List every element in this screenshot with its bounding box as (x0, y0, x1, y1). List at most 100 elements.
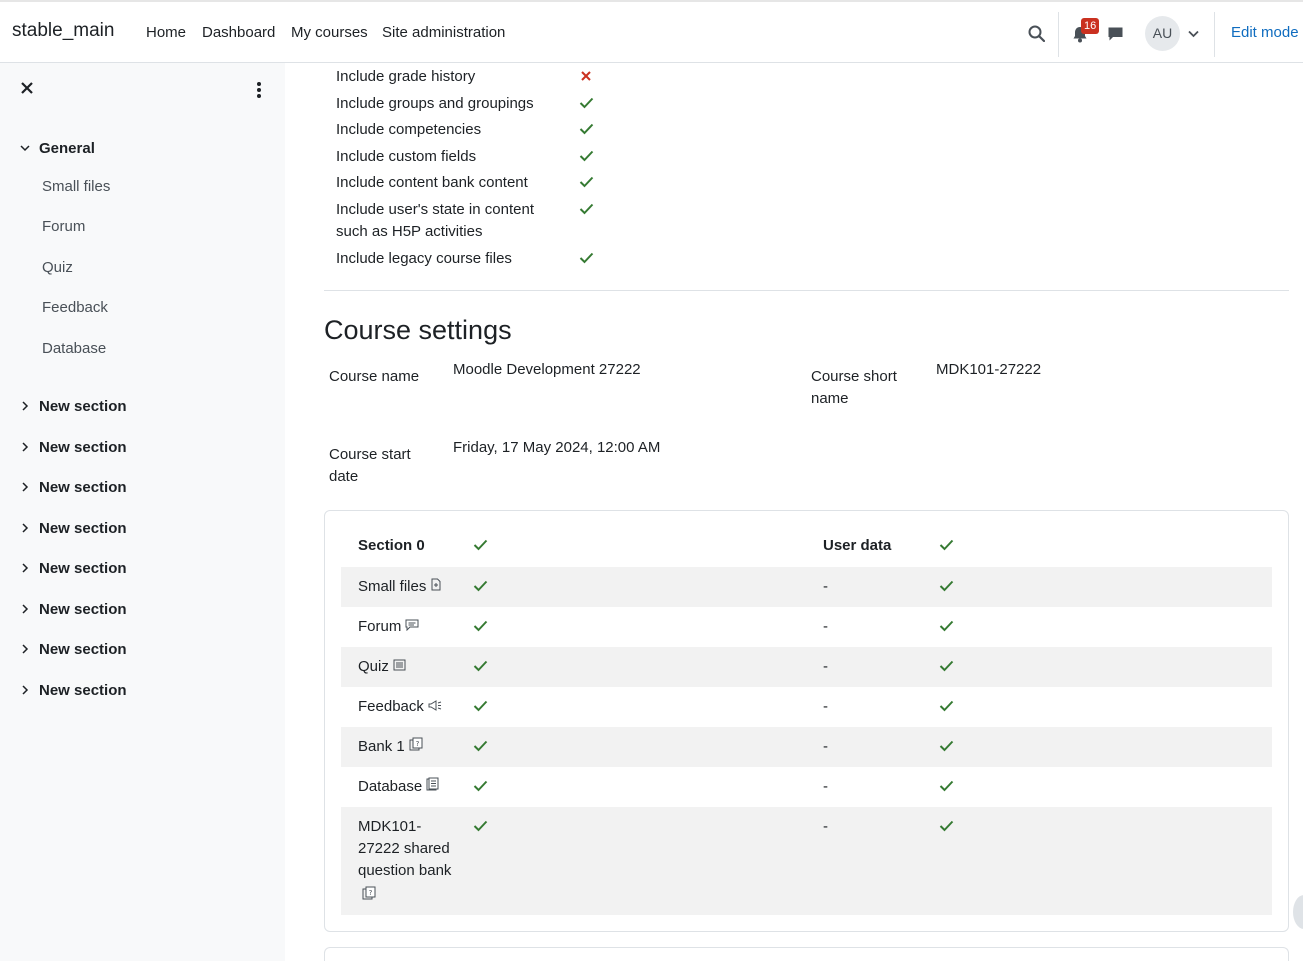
check-icon (939, 819, 955, 835)
activity-label: Forum (358, 618, 402, 635)
activity-name: Feedback (358, 696, 442, 718)
drawer-item-database[interactable]: Database (42, 340, 106, 362)
user-avatar[interactable]: AU (1145, 16, 1180, 51)
database-icon (426, 776, 439, 798)
nav-site-administration[interactable]: Site administration (382, 24, 505, 41)
check-icon (473, 538, 489, 554)
drawer-item-small-files[interactable]: Small files (42, 178, 110, 200)
activity-label: MDK101-27222 shared question bank (358, 818, 452, 879)
drawer-section-new-section[interactable]: New section (19, 557, 127, 579)
activity-label: Database (358, 778, 423, 795)
check-icon (473, 619, 489, 635)
user-data-value: - (823, 658, 828, 675)
activity-name: Database (358, 776, 439, 798)
drawer-section-label: New section (39, 640, 127, 658)
check-icon (939, 538, 955, 554)
drawer-section-new-section[interactable]: New section (19, 476, 127, 498)
table-row: Bank 1? - (341, 727, 1272, 767)
svg-text:?: ? (415, 740, 419, 748)
user-data-header: User data (823, 537, 892, 554)
chevron-right-icon (22, 442, 29, 452)
drawer-item-feedback[interactable]: Feedback (42, 299, 108, 321)
nav-my-courses[interactable]: My courses (291, 24, 368, 41)
activity-name: Small files (358, 576, 442, 598)
drawer-item-quiz[interactable]: Quiz (42, 259, 73, 281)
table-row: Feedback - (341, 687, 1272, 727)
nav-home[interactable]: Home (146, 24, 186, 41)
drawer-section-general[interactable]: General (19, 137, 95, 159)
course-settings-heading: Course settings (324, 315, 512, 345)
notification-count-badge: 16 (1081, 18, 1100, 34)
check-icon (473, 779, 489, 795)
drawer-section-label: New section (39, 478, 127, 496)
activity-name: Forum (358, 616, 419, 638)
file-icon (430, 576, 442, 598)
table-row: Forum - (341, 607, 1272, 647)
next-section-card (324, 947, 1289, 961)
chevron-right-icon (22, 604, 29, 614)
drawer-section-new-section[interactable]: New section (19, 436, 127, 458)
chevron-right-icon (22, 401, 29, 411)
option-label: Include custom fields (336, 148, 477, 165)
quiz-icon (393, 656, 406, 678)
activity-label: Quiz (358, 658, 389, 675)
question-bank-icon: ? (362, 885, 377, 907)
user-data-value: - (823, 778, 828, 795)
chevron-right-icon (22, 563, 29, 573)
user-data-value: - (823, 578, 828, 595)
svg-text:?: ? (369, 889, 373, 897)
drawer-section-new-section[interactable]: New section (19, 598, 127, 620)
check-icon (473, 739, 489, 755)
messages-icon[interactable] (1106, 25, 1124, 43)
forum-icon (405, 616, 419, 638)
option-label: Include competencies (336, 121, 482, 138)
table-row: MDK101-27222 shared question bank? - (341, 807, 1272, 915)
user-data-value: - (823, 738, 828, 755)
check-icon (579, 251, 595, 267)
kebab-menu-icon[interactable] (250, 81, 266, 101)
search-icon[interactable] (1027, 24, 1045, 42)
user-data-value: - (823, 618, 828, 635)
activity-label: Bank 1 (358, 738, 405, 755)
user-data-value: - (823, 818, 828, 835)
activity-name: MDK101-27222 shared question bank? (358, 816, 463, 907)
check-icon (473, 699, 489, 715)
activity-label: Feedback (358, 698, 424, 715)
close-icon[interactable] (20, 81, 36, 97)
check-icon (939, 619, 955, 635)
chevron-right-icon (22, 482, 29, 492)
drawer-section-new-section[interactable]: New section (19, 395, 127, 417)
drawer-section-label: New section (39, 600, 127, 618)
drawer-section-label: New section (39, 438, 127, 456)
chevron-right-icon (22, 523, 29, 533)
chevron-down-icon (20, 145, 30, 152)
drawer-section-label: General (39, 139, 95, 157)
section-header: Section 0 (358, 537, 425, 554)
drawer-section-new-section[interactable]: New section (19, 638, 127, 660)
drawer-section-label: New section (39, 519, 127, 537)
section-card: Section 0 User data Small files - Forum … (324, 510, 1289, 932)
check-icon (939, 739, 955, 755)
check-icon (579, 122, 595, 138)
chevron-down-icon[interactable] (1187, 28, 1199, 40)
course-start-date-value: Friday, 17 May 2024, 12:00 AM (453, 439, 661, 456)
check-icon (473, 579, 489, 595)
feedback-icon (428, 696, 442, 718)
check-icon (939, 579, 955, 595)
activity-name: Bank 1? (358, 736, 424, 758)
check-icon (579, 96, 595, 112)
check-icon (939, 659, 955, 675)
course-short-name-value: MDK101-27222 (936, 361, 1042, 378)
table-header-row: Section 0 User data (341, 531, 1272, 561)
chevron-right-icon (22, 685, 29, 695)
drawer-section-new-section[interactable]: New section (19, 679, 127, 701)
drawer-section-new-section[interactable]: New section (19, 517, 127, 539)
table-row: Database - (341, 767, 1272, 807)
course-short-name-label: Course short name (811, 368, 897, 407)
edit-mode-toggle[interactable]: Edit mode (1231, 24, 1299, 41)
drawer-item-forum[interactable]: Forum (42, 218, 85, 240)
nav-dashboard[interactable]: Dashboard (202, 24, 275, 41)
site-brand[interactable]: stable_main (12, 20, 114, 42)
course-index-drawer: General Small files Forum Quiz Feedback … (0, 63, 285, 961)
drawer-section-label: New section (39, 559, 127, 577)
